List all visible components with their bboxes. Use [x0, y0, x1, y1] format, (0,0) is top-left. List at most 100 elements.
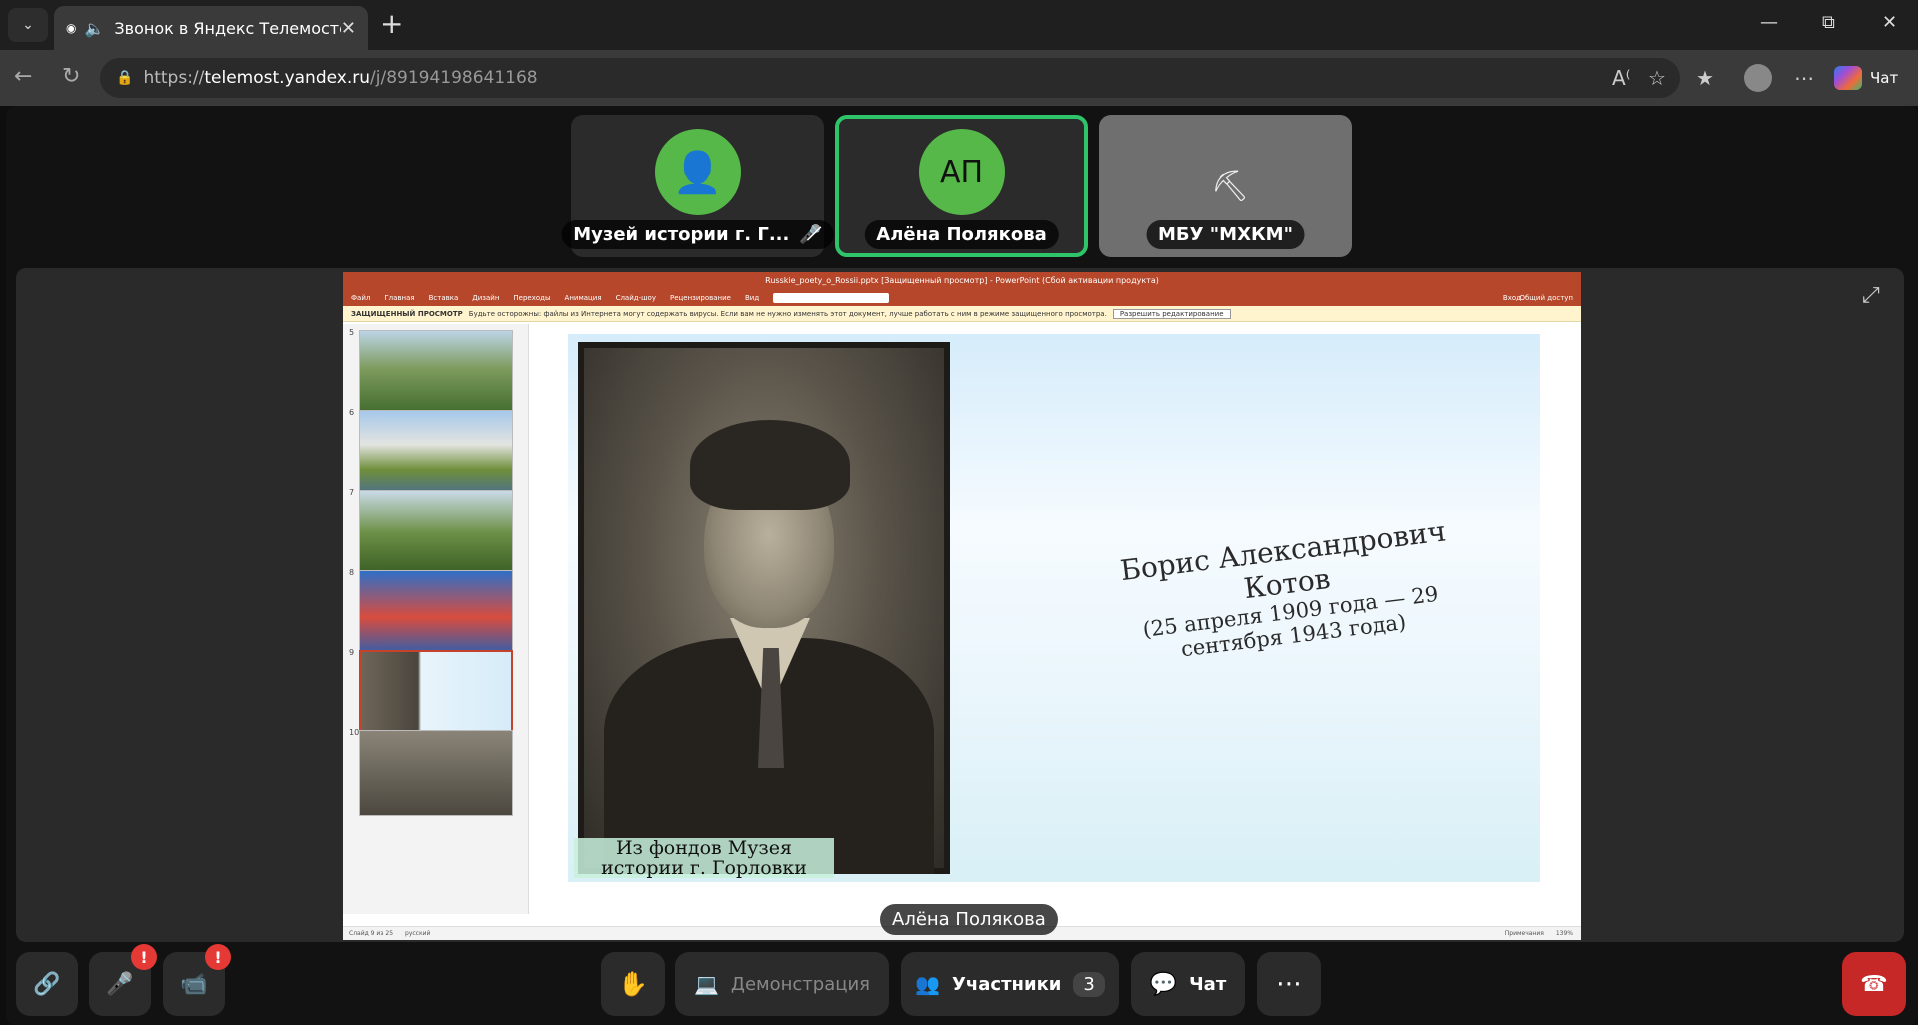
ppt-tab: Переходы [513, 294, 551, 302]
participant-tile-speaking[interactable]: АП Алёна Полякова [835, 115, 1088, 257]
more-options-icon[interactable]: ⋯ [1794, 66, 1814, 90]
browser-tab[interactable]: ◉ 🔈 Звонок в Яндекс Телемосте ✕ [54, 6, 368, 50]
participant-tile[interactable]: ⛏ МБУ "МХКМ" [1099, 115, 1352, 257]
slide-thumbnail-selected [359, 650, 513, 736]
read-aloud-icon[interactable]: A⁽ [1612, 66, 1631, 90]
participant-name-pill: МБУ "МХКМ" [1146, 220, 1305, 249]
ppt-slide-counter: Слайд 9 из 25 [349, 930, 394, 937]
thumb-number: 5 [349, 328, 355, 337]
tab-actions-menu[interactable]: ⌄ [8, 8, 48, 42]
audio-playing-icon[interactable]: 🔈 [84, 19, 104, 38]
thumb-number: 7 [349, 488, 355, 497]
microphone-toggle-button[interactable]: 🎤 ! [89, 944, 157, 1016]
restore-window-button[interactable]: ⧉ [1822, 12, 1835, 33]
mic-muted-icon: 🎤 [106, 971, 134, 997]
ppt-ribbon: Файл Главная Вставка Дизайн Переходы Ани… [343, 290, 1581, 306]
participant-name: МБУ "МХКМ" [1158, 224, 1293, 245]
ppt-thumbnail-pane: 5 6 7 8 9 10 [343, 324, 529, 914]
thumb-number: 9 [349, 648, 355, 657]
fullscreen-icon[interactable]: ⤢ [1862, 283, 1880, 308]
chat-button[interactable]: 💬 Чат [1131, 952, 1245, 1016]
browser-tab-bar: ⌄ ◉ 🔈 Звонок в Яндекс Телемосте ✕ + — ⧉ … [0, 0, 1918, 50]
camera-warning-badge: ! [205, 944, 231, 970]
participant-tile[interactable]: 👤 Музей истории г. Г... 🎤̸ [561, 115, 834, 257]
chevron-down-icon: ⌄ [22, 17, 34, 33]
ppt-tab: Слайд-шоу [615, 294, 656, 302]
screen-share-button[interactable]: 💻 Демонстрация [675, 952, 889, 1016]
url-host: telemost.yandex.ru [204, 68, 371, 88]
hand-icon: ✋ [618, 970, 648, 998]
profile-avatar[interactable] [1744, 64, 1772, 92]
ppt-window-title: Russkie_poety_o_Rossii.pptx [Защищенный … [765, 276, 1159, 285]
recording-icon: ◉ [66, 21, 77, 35]
favorite-star-icon[interactable]: ☆ [1648, 66, 1666, 90]
url-path: /j/89194198641168 [370, 68, 538, 88]
participants-button[interactable]: 👥 Участники 3 [901, 952, 1119, 1016]
participant-name: Алёна Полякова [876, 224, 1047, 245]
close-tab-icon[interactable]: ✕ [341, 18, 356, 39]
ppt-notes: Примечания [1504, 930, 1544, 937]
ppt-protected-view-bar: ЗАЩИЩЕННЫЙ ПРОСМОТР Будьте осторожны: фа… [343, 306, 1581, 322]
slide-thumbnail [359, 490, 513, 576]
ppt-search-box [773, 293, 890, 303]
ppt-share: Общий доступ [1519, 294, 1573, 302]
ppt-tab: Вставка [428, 294, 459, 302]
ppt-title-bar: Russkie_poety_o_Rossii.pptx [Защищенный … [343, 272, 1581, 290]
ppt-protected-label: ЗАЩИЩЕННЫЙ ПРОСМОТР [351, 309, 463, 318]
people-icon: 👥 [915, 972, 941, 996]
thumb-number: 8 [349, 568, 355, 577]
favorites-list-icon[interactable]: ★ [1696, 66, 1714, 90]
more-actions-button[interactable]: ⋯ [1257, 952, 1321, 1016]
copilot-chat-label: Чат [1870, 69, 1899, 87]
chat-bubble-icon: 💬 [1149, 971, 1178, 997]
slide-caption: Из фондов Музея истории г. Горловки [574, 838, 834, 878]
ppt-tab: Дизайн [472, 294, 500, 302]
copilot-icon [1834, 66, 1862, 90]
url-field[interactable]: 🔒 https:// telemost.yandex.ru /j/8919419… [100, 58, 1680, 98]
photo-hair [690, 420, 850, 510]
address-bar-row: ← ↻ 🔒 https:// telemost.yandex.ru /j/891… [0, 50, 1918, 106]
url-scheme: https:// [143, 68, 205, 88]
tab-title: Звонок в Яндекс Телемосте [114, 18, 341, 38]
avatar: 👤 [654, 129, 741, 215]
portrait-photo [578, 342, 950, 874]
minimize-window-button[interactable]: — [1760, 12, 1778, 33]
ppt-language: русский [405, 930, 431, 937]
avatar: АП [918, 129, 1005, 215]
raise-hand-button[interactable]: ✋ [601, 952, 665, 1016]
reload-icon[interactable]: ↻ [62, 64, 80, 89]
hang-up-icon: ☎ [1860, 971, 1888, 997]
slide-thumbnail [359, 410, 513, 496]
camera-toggle-button[interactable]: 📹 ! [163, 944, 231, 1016]
thumb-number: 10 [349, 728, 360, 737]
copy-link-button[interactable]: 🔗 [16, 952, 78, 1016]
ppt-tab: Анимация [564, 294, 602, 302]
participants-label: Участники [952, 973, 1062, 995]
mic-muted-icon: 🎤̸ [799, 224, 822, 245]
link-icon: 🔗 [33, 971, 61, 997]
participant-name: Музей истории г. Г... [573, 224, 790, 245]
screen-share-label: Демонстрация [730, 973, 871, 995]
slide-thumbnail [359, 330, 513, 416]
ppt-tab: Файл [351, 294, 371, 302]
user-icon: 👤 [672, 149, 723, 196]
close-window-button[interactable]: ✕ [1882, 12, 1897, 33]
room-device-icon: ⛏ [1211, 169, 1250, 204]
slide-thumbnail [359, 730, 513, 816]
copilot-chat-button[interactable]: Чат [1834, 66, 1898, 90]
more-dots-icon: ⋯ [1276, 969, 1302, 999]
camera-off-icon: 📹 [180, 971, 208, 997]
participants-count: 3 [1073, 971, 1105, 997]
mic-warning-badge: ! [131, 944, 157, 970]
back-arrow-icon[interactable]: ← [14, 64, 32, 89]
active-speaker-label: Алёна Полякова [880, 904, 1058, 935]
chat-label: Чат [1189, 973, 1227, 995]
screen-icon: 💻 [693, 972, 719, 996]
ppt-signin: Вход [1502, 294, 1521, 302]
end-call-button[interactable]: ☎ [1842, 952, 1906, 1016]
participant-name-pill: Алёна Полякова [864, 220, 1059, 249]
ppt-enable-editing: Разрешить редактирование [1112, 308, 1231, 319]
new-tab-button[interactable]: + [380, 10, 403, 38]
ppt-protected-text: Будьте осторожны: файлы из Интернета мог… [468, 309, 1107, 318]
lock-icon: 🔒 [116, 70, 134, 86]
